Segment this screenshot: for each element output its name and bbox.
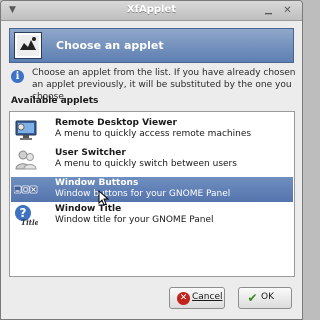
applet-name: Remote Desktop Viewer bbox=[55, 118, 177, 128]
applet-picture-icon bbox=[14, 32, 42, 59]
list-item-window-title[interactable]: ? Title Window Title Window title for yo… bbox=[11, 203, 293, 228]
applet-name: User Switcher bbox=[55, 148, 126, 158]
title-bar[interactable]: ▼ XfApplet ▁ ✕ bbox=[1, 1, 302, 21]
svg-text:Title: Title bbox=[21, 218, 38, 227]
applet-description: A menu to quickly access remote machines bbox=[55, 129, 252, 139]
user-switcher-icon bbox=[15, 150, 37, 170]
mouse-pointer-icon bbox=[98, 190, 110, 206]
list-item-window-buttons[interactable]: Window Buttons Window buttons for your G… bbox=[11, 177, 293, 202]
info-icon: i bbox=[11, 70, 24, 83]
header-title: Choose an applet bbox=[56, 39, 164, 52]
cancel-button[interactable]: ✕ Cancel bbox=[169, 287, 225, 309]
list-item-remote-desktop-viewer[interactable]: Remote Desktop Viewer A menu to quickly … bbox=[11, 117, 293, 142]
applet-name: Window Buttons bbox=[55, 178, 139, 188]
cancel-label: Cancel bbox=[192, 292, 223, 302]
remote-desktop-icon bbox=[15, 120, 37, 140]
available-applets-label: Available applets bbox=[11, 96, 99, 106]
checkmark-icon: ✔ bbox=[247, 291, 258, 305]
applet-description: Window title for your GNOME Panel bbox=[55, 215, 214, 225]
close-icon[interactable]: ✕ bbox=[282, 5, 293, 16]
minimize-icon[interactable]: ▁ bbox=[263, 5, 274, 16]
applet-description: A menu to quickly switch between users bbox=[55, 159, 237, 169]
applet-list[interactable]: Remote Desktop Viewer A menu to quickly … bbox=[9, 111, 295, 277]
dialog-window: ▼ XfApplet ▁ ✕ Choose an applet i Choose… bbox=[0, 0, 303, 320]
header-banner: Choose an applet bbox=[9, 28, 294, 63]
list-item-user-switcher[interactable]: User Switcher A menu to quickly switch b… bbox=[11, 147, 293, 172]
window-buttons-icon bbox=[14, 185, 38, 194]
cancel-icon: ✕ bbox=[177, 292, 190, 305]
window-title-icon: ? Title bbox=[15, 205, 38, 227]
applet-name: Window Title bbox=[55, 204, 122, 214]
ok-button[interactable]: ✔ OK bbox=[238, 287, 292, 309]
window-title: XfApplet bbox=[126, 4, 177, 15]
applet-description: Window buttons for your GNOME Panel bbox=[55, 189, 231, 199]
ok-label: OK bbox=[261, 292, 274, 302]
